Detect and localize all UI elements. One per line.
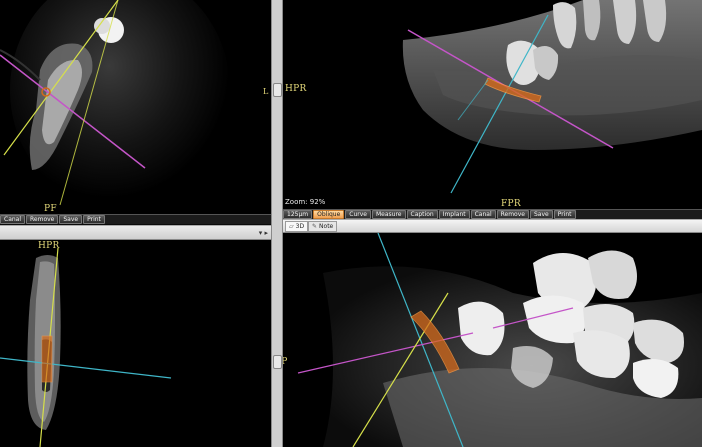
cube-icon: ▱ <box>289 222 294 230</box>
zoom-readout: Zoom: 92% <box>285 198 326 206</box>
panel-header-left: ▾ ▸ <box>0 225 271 240</box>
view-label-hpr-bottom: HPR <box>38 241 60 251</box>
view-top-right[interactable]: HPR Zoom: 92% FPR <box>283 0 702 209</box>
resolution-button[interactable]: 125µm <box>283 210 313 219</box>
view-label-pf: PF <box>44 204 57 214</box>
view-label-fpr: FPR <box>501 199 521 209</box>
save-button-right[interactable]: Save <box>529 210 553 219</box>
measure-button[interactable]: Measure <box>372 210 406 219</box>
save-button[interactable]: Save <box>59 215 83 224</box>
canal-button[interactable]: Canal <box>0 215 26 224</box>
canal-button-right[interactable]: Canal <box>470 210 496 219</box>
scroll-thumb-bottom[interactable] <box>273 355 282 369</box>
toolbar-top-right: 125µm Oblique Curve Measure Caption Impl… <box>283 209 702 219</box>
print-button-right[interactable]: Print <box>553 210 576 219</box>
xray-3d-render <box>283 233 702 447</box>
remove-button[interactable]: Remove <box>26 215 59 224</box>
view-top-left[interactable]: PF <box>0 0 271 214</box>
view-label-lp: LP <box>283 357 288 367</box>
view-bottom-left[interactable]: HPR <box>0 240 271 447</box>
tab-3d[interactable]: ▱ 3D <box>285 221 309 232</box>
toolbar-top-left: Canal Remove Save Print <box>0 214 271 224</box>
note-icon: ✎ <box>312 222 318 230</box>
tab-note-label: Note <box>319 222 334 230</box>
left-marker-label: L <box>263 87 269 96</box>
curve-button[interactable]: Curve <box>345 210 371 219</box>
caption-button[interactable]: Caption <box>406 210 438 219</box>
print-button[interactable]: Print <box>83 215 105 224</box>
panel-header-right: ▱ 3D ✎ Note <box>283 219 702 233</box>
scroll-thumb-top[interactable] <box>273 83 282 97</box>
implant-button[interactable]: Implant <box>438 210 470 219</box>
tab-3d-label: 3D <box>295 222 305 230</box>
vertical-splitter[interactable] <box>271 0 283 447</box>
xray-panoramic-image <box>283 0 702 209</box>
panel-controls[interactable]: ▾ ▸ <box>259 229 268 237</box>
xray-axial-image <box>0 0 271 214</box>
tab-note[interactable]: ✎ Note <box>308 221 338 232</box>
xray-cross-section-image <box>0 240 271 447</box>
oblique-button[interactable]: Oblique <box>313 210 345 219</box>
view-label-hpr-top: HPR <box>285 84 307 94</box>
view-bottom-right[interactable]: LP <box>283 233 702 447</box>
remove-button-right[interactable]: Remove <box>496 210 529 219</box>
